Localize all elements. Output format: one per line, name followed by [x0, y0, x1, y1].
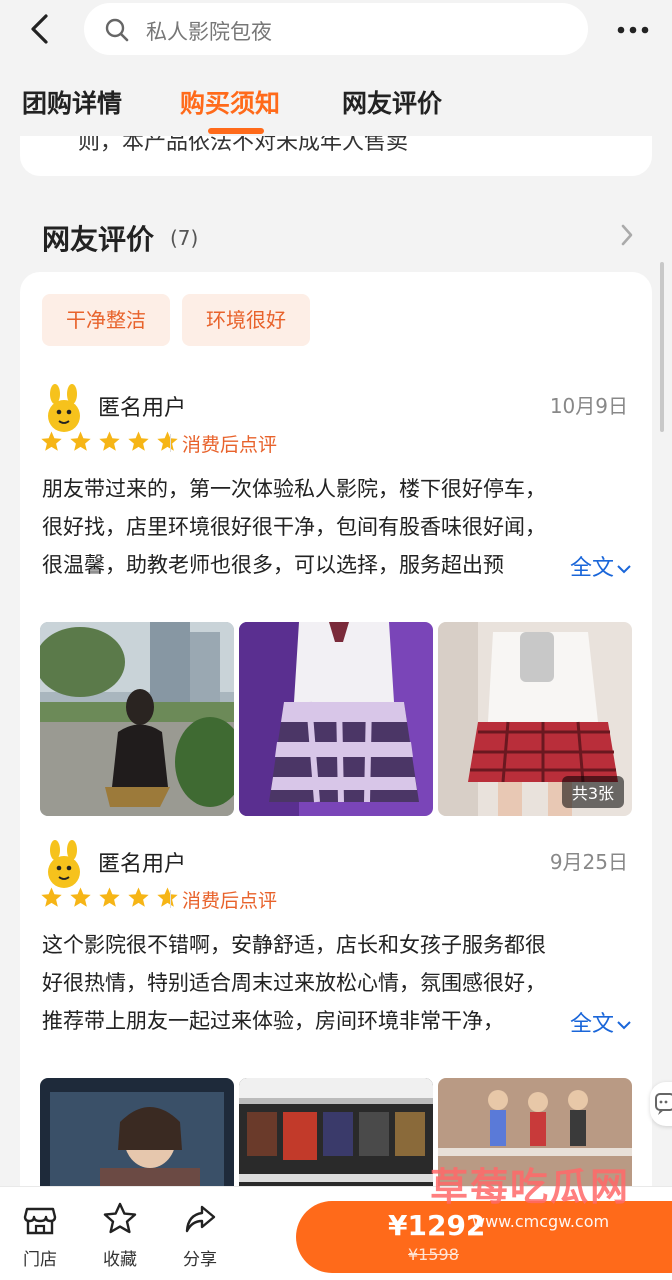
star-icon [40, 430, 63, 453]
reviews-count: (7) [170, 226, 199, 250]
divider [170, 890, 171, 908]
review-photo[interactable]: 共3张 [438, 622, 632, 816]
review-line: 这个影院很不错啊，安静舒适，店长和女孩子服务都很 [42, 933, 546, 957]
review-item: 匿名用户 10月9日 消费后点评 朋友带过来的，第一次体验私人影院，楼下很好停车… [20, 376, 652, 816]
review-photos: 共3张 [40, 622, 632, 816]
review-line: 好很热情，特别适合周末过来放松心情，氛围感很好， [42, 971, 546, 995]
photo-count-badge: 共3张 [561, 776, 624, 808]
star-rating [40, 886, 180, 912]
review-line: 很温馨，助教老师也很多，可以选择，服务超出预 [42, 553, 504, 577]
star-icon [156, 886, 179, 909]
reviews-section-title: 网友评价 [42, 223, 155, 256]
watermark-title: 草莓吃瓜网 [430, 1165, 631, 1209]
chevron-down-icon [617, 565, 631, 574]
review-line: 推荐带上朋友一起过来体验，房间环境非常干净， [42, 1009, 504, 1033]
post-consumption-tag: 消费后点评 [182, 890, 278, 912]
notice-text: 则，本产品依法不对未成年人售卖 [78, 136, 409, 155]
deal-price: ¥1292 [388, 1209, 486, 1242]
star-icon [98, 430, 121, 453]
avatar [42, 384, 86, 434]
review-line: 朋友带过来的，第一次体验私人影院，楼下很好停车， [42, 477, 546, 501]
reviewer-name: 匿名用户 [98, 396, 187, 421]
tab-group-buy-details[interactable]: 团购详情 [22, 84, 122, 120]
full-text-link[interactable]: 全文 [566, 550, 633, 582]
review-photo[interactable] [239, 622, 433, 816]
star-icon [156, 430, 179, 453]
star-icon [40, 886, 63, 909]
chevron-right-icon[interactable] [618, 222, 636, 248]
divider [170, 434, 171, 452]
review-line: 很好找，店里环境很好很干净，包间有股香味很好闻， [42, 515, 546, 539]
star-outline-icon [103, 1202, 137, 1234]
search-icon [104, 17, 130, 43]
original-price: ¥1598 [408, 1245, 459, 1264]
avatar [42, 840, 86, 890]
active-tab-indicator [208, 128, 264, 134]
review-photo[interactable] [40, 622, 234, 816]
full-text-link[interactable]: 全文 [566, 1006, 633, 1038]
review-date: 9月25日 [549, 850, 628, 874]
reviewer-name: 匿名用户 [98, 852, 187, 877]
chevron-down-icon [617, 1021, 631, 1030]
store-button[interactable]: 门店 [10, 1201, 70, 1270]
star-icon [98, 886, 121, 909]
review-tag-environment[interactable]: 环境很好 [182, 294, 310, 346]
top-bar: 私人影院包夜 [0, 0, 672, 62]
chat-icon[interactable] [650, 1082, 672, 1126]
review-date: 10月9日 [549, 394, 628, 418]
watermark-url: www.cmcgw.com [472, 1212, 610, 1231]
star-icon [127, 430, 150, 453]
favorite-label: 收藏 [103, 1250, 137, 1270]
full-text-label: 全文 [570, 556, 615, 581]
store-label: 门店 [23, 1250, 57, 1270]
scrollbar[interactable] [660, 262, 664, 432]
tab-user-reviews[interactable]: 网友评价 [342, 84, 442, 120]
search-bar[interactable]: 私人影院包夜 [84, 3, 588, 55]
review-text: 这个影院很不错啊，安静舒适，店长和女孩子服务都很 好很热情，特别适合周末过来放松… [42, 926, 632, 1040]
full-text-label: 全文 [570, 1012, 615, 1037]
star-icon [69, 430, 92, 453]
tab-purchase-notice[interactable]: 购买须知 [180, 84, 280, 120]
share-label: 分享 [183, 1250, 217, 1270]
share-icon [185, 1205, 216, 1233]
back-arrow-icon[interactable] [24, 12, 58, 46]
search-placeholder: 私人影院包夜 [146, 20, 272, 44]
favorite-button[interactable]: 收藏 [90, 1201, 150, 1270]
store-icon [23, 1207, 57, 1235]
review-text: 朋友带过来的，第一次体验私人影院，楼下很好停车， 很好找，店里环境很好很干净，包… [42, 470, 632, 584]
star-icon [69, 886, 92, 909]
post-consumption-tag: 消费后点评 [182, 434, 278, 456]
star-rating [40, 430, 180, 456]
more-options-icon[interactable] [614, 18, 654, 42]
reviews-card: 干净整洁 环境很好 匿名用户 10月9日 消费后点评 朋友带过来的，第一次体验私 [20, 272, 652, 1272]
review-tag-clean[interactable]: 干净整洁 [42, 294, 170, 346]
purchase-notice-card: 则，本产品依法不对未成年人售卖 [20, 136, 652, 176]
share-button[interactable]: 分享 [170, 1201, 230, 1270]
detail-tabs: 团购详情 购买须知 网友评价 [0, 62, 672, 140]
star-icon [127, 886, 150, 909]
